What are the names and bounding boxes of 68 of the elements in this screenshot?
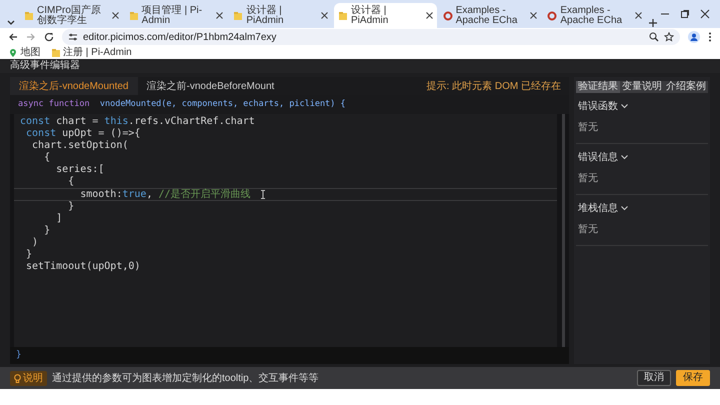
browser-tab[interactable]: 设计器 | PiAdmin (334, 3, 437, 28)
section-title[interactable]: 错误函数 (578, 99, 618, 114)
browser-tab[interactable]: CIMPro国产原创数字孪生 (20, 3, 123, 28)
section-title[interactable]: 堆栈信息 (578, 201, 618, 216)
code-line: series:[ (55, 164, 106, 176)
code-line: chart.setOption( (31, 140, 130, 152)
panel-tab[interactable]: 验证结果 (576, 81, 620, 93)
browser-tab[interactable]: 项目管理 | Pi-Admin (124, 3, 228, 28)
folder-icon (233, 10, 244, 20)
note-text: 通过提供的参数可为图表增加定制化的tooltip、交互事件等等 (52, 372, 319, 386)
site-settings-icon[interactable] (68, 32, 78, 42)
back-icon[interactable] (8, 32, 18, 42)
panel-tab[interactable]: 变量说明 (620, 81, 664, 93)
restore-icon[interactable] (680, 9, 690, 19)
code-line: { (43, 152, 52, 164)
code-line: ] (55, 212, 64, 225)
ring-icon (442, 10, 453, 20)
code-line: setTimoout(upOpt,0) (25, 260, 142, 273)
star-icon[interactable] (664, 32, 674, 42)
chevron-icon[interactable] (621, 104, 628, 109)
profile-icon[interactable] (688, 31, 700, 43)
text-cursor-icon (260, 190, 265, 199)
code-line: } (25, 248, 34, 261)
folder-icon (128, 10, 139, 20)
close-icon[interactable] (635, 12, 642, 19)
close-icon[interactable] (216, 12, 224, 19)
hint-text: 提示: 此时元素 DOM 已经存在 (426, 80, 562, 94)
browser-tab[interactable]: Examples - Apache ECha (438, 3, 542, 28)
menu-icon[interactable] (708, 32, 712, 42)
panel-tab[interactable]: 介绍案例 (664, 81, 708, 93)
map-pin-icon[interactable] (8, 48, 18, 58)
save-button[interactable]: 保存 (676, 370, 710, 386)
address-bar[interactable]: editor.picimos.com/editor/P1hbm24alm7exy (62, 29, 680, 45)
bookmark-link[interactable]: 注册 | Pi-Admin (63, 45, 132, 60)
browser-tab[interactable]: Examples - Apache ECha (543, 3, 646, 28)
chevron-icon[interactable] (621, 206, 628, 211)
close-icon[interactable] (112, 12, 119, 19)
chevron-icon[interactable] (621, 155, 628, 160)
section-text: 暂无 (578, 222, 599, 237)
section-text: 暂无 (578, 172, 599, 186)
code-line: { (67, 176, 76, 188)
code-line: smooth:true, //是否开启平滑曲线 (14, 188, 557, 201)
reload-icon[interactable] (44, 32, 54, 42)
close-icon[interactable] (530, 12, 538, 19)
code-line: } (67, 200, 76, 213)
dialog-title: 高级事件编辑器 (0, 59, 720, 73)
scrollbar[interactable] (562, 114, 565, 346)
info-tag: 说明 (10, 370, 47, 386)
folder-icon (338, 10, 348, 20)
ring-icon (547, 10, 558, 20)
section-title[interactable]: 错误信息 (578, 150, 618, 165)
section-text: 暂无 (578, 120, 599, 135)
lightbulb-icon (14, 374, 21, 382)
close-icon[interactable] (426, 12, 433, 19)
code-line: ) (31, 236, 40, 249)
bookmark-link[interactable]: 地图 (20, 45, 40, 60)
zoom-icon[interactable] (649, 32, 659, 42)
close-icon[interactable] (321, 12, 328, 19)
new-tab-icon[interactable] (648, 18, 658, 28)
code-line: } (43, 224, 52, 237)
cancel-button[interactable]: 取消 (637, 370, 671, 386)
editor-tab[interactable]: 渲染之后-vnodeMounted (10, 77, 138, 95)
browser-tab[interactable]: 设计器 | PiAdmin (229, 3, 332, 28)
code-line: const chart = this.refs.vChartRef.chart (19, 116, 256, 128)
code-line: const upOpt = ()=>{ (25, 128, 142, 140)
close-icon[interactable] (700, 9, 710, 19)
folder-icon (24, 10, 34, 20)
function-signature: async function vnodeMounted(e, components, echarts, piclient) { (10, 95, 569, 114)
